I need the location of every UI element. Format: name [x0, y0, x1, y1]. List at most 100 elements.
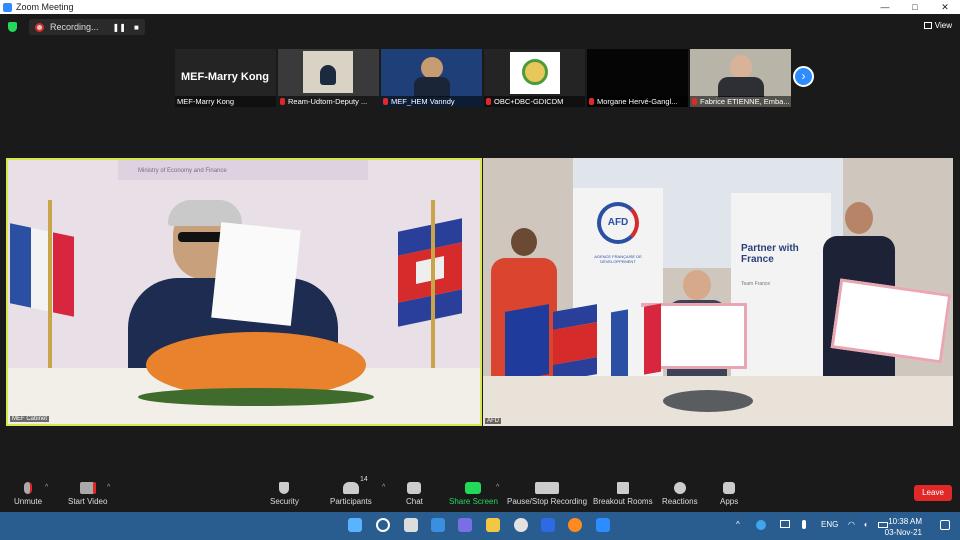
task-view-icon[interactable] [404, 518, 418, 532]
partner-subtitle: Team France [741, 281, 771, 287]
french-flag [10, 223, 74, 317]
leave-button[interactable]: Leave [914, 485, 952, 501]
eu-flag [505, 304, 549, 382]
firefox-icon[interactable] [568, 518, 582, 532]
start-video-button[interactable]: Start Video [68, 482, 107, 506]
shield-icon [279, 482, 290, 494]
recording-label: Recording... [50, 22, 99, 32]
participant-thumb[interactable]: MEF_HEM Vanndy [381, 49, 482, 107]
share-screen-button[interactable]: Share Screen [449, 482, 498, 506]
minimize-button[interactable]: — [870, 0, 900, 14]
security-button[interactable]: Security [270, 482, 299, 506]
chrome-icon[interactable] [514, 518, 528, 532]
participant-strip: MEF-Marry Kong MEF-Marry Kong Ream-Udtom… [175, 49, 791, 107]
skype-tray-icon[interactable] [756, 520, 766, 530]
apps-icon [723, 482, 736, 494]
stop-recording-button[interactable]: ■ [134, 23, 139, 32]
participant-name: MEF_HEM Vanndy [381, 96, 482, 107]
participant-thumb[interactable]: Ream-Udtom-Deputy ... [278, 49, 379, 107]
taskbar-clock[interactable]: 10:38 AM 03-Nov-21 [885, 516, 922, 538]
muted-mic-icon [24, 482, 32, 494]
meeting-topbar: Recording... ❚❚ ■ View [0, 14, 960, 40]
apps-button[interactable]: Apps [720, 482, 738, 506]
participant-thumb[interactable]: Fabrice ETIENNE, Emba... [690, 49, 791, 107]
zoom-app-icon [3, 2, 12, 12]
pause-stop-icon [535, 482, 560, 494]
widgets-icon[interactable] [431, 518, 445, 532]
teams-chat-icon[interactable] [458, 518, 472, 532]
participants-button[interactable]: Participants [330, 482, 372, 506]
next-page-button[interactable]: › [793, 66, 814, 87]
tray-expand-chevron-icon[interactable]: ^ [736, 520, 740, 529]
view-button[interactable]: View [923, 21, 952, 30]
conference-speaker [663, 390, 753, 412]
ministry-logo [510, 52, 560, 94]
microphone-tray-icon[interactable] [802, 520, 806, 529]
chat-icon [407, 482, 422, 494]
participant-thumb[interactable]: MEF-Marry Kong MEF-Marry Kong [175, 49, 276, 107]
video-tile-right[interactable]: AFD AGENCE FRANÇAISE DE DÉVELOPPEMENT Pa… [483, 158, 953, 426]
participants-options-chevron-icon[interactable]: ^ [382, 484, 385, 491]
backdrop-text: Ministry of Economy and Finance [138, 168, 227, 174]
pause-recording-button[interactable]: ❚❚ [113, 23, 126, 32]
participant-name: OBC+DBC-GDICDM [484, 96, 585, 107]
person-center [683, 270, 711, 300]
window-title: Zoom Meeting [16, 2, 74, 12]
meeting-toolbar: Unmute ^ Start Video ^ Security Particip… [0, 476, 960, 512]
search-icon[interactable] [376, 518, 390, 532]
partner-title: Partner with France [741, 243, 799, 265]
breakout-rooms-button[interactable]: Breakout Rooms [593, 482, 653, 506]
language-indicator[interactable]: ENG [821, 520, 838, 529]
todo-icon[interactable] [541, 518, 555, 532]
chat-button[interactable]: Chat [406, 482, 423, 506]
share-screen-icon [465, 482, 482, 494]
view-label: View [934, 21, 952, 30]
pause-stop-recording-button[interactable]: Pause/Stop Recording [507, 482, 587, 506]
windows-taskbar: ^ ENG ◠ ◖ 10:38 AM 03-Nov-21 [0, 512, 960, 540]
muted-mic-icon [383, 98, 388, 105]
window-titlebar: Zoom Meeting — □ ✕ [0, 0, 960, 14]
muted-mic-icon [486, 98, 491, 105]
unmute-button[interactable]: Unmute [14, 482, 42, 506]
keyboard-tray-icon[interactable] [780, 520, 790, 528]
afd-logo: AFD [597, 202, 639, 244]
video-options-chevron-icon[interactable]: ^ [107, 484, 110, 491]
grid-icon [923, 22, 932, 29]
participant-thumb[interactable]: OBC+DBC-GDICDM [484, 49, 585, 107]
clock-date: 03-Nov-21 [884, 528, 922, 537]
wifi-icon[interactable]: ◠ [848, 520, 855, 529]
muted-mic-icon [589, 98, 594, 105]
participants-count: 14 [360, 476, 368, 483]
volume-icon[interactable]: ◖ [863, 520, 868, 529]
maximize-button[interactable]: □ [900, 0, 930, 14]
reactions-button[interactable]: Reactions [662, 482, 698, 506]
notification-icon[interactable] [940, 520, 950, 530]
participant-video [303, 51, 353, 93]
zoom-taskbar-icon[interactable] [596, 518, 610, 532]
clock-time: 10:38 AM [888, 517, 922, 526]
participants-icon [342, 482, 359, 494]
muted-mic-icon [280, 98, 285, 105]
participant-name: Fabrice ETIENNE, Emba... [690, 96, 791, 107]
recording-indicator: Recording... ❚❚ ■ [29, 19, 145, 35]
person-right [845, 202, 873, 234]
shield-icon[interactable] [8, 22, 17, 32]
muted-mic-icon [692, 98, 697, 105]
recording-icon [35, 22, 44, 32]
video-tile-left[interactable]: Ministry of Economy and Finance MEF Cabi… [6, 158, 482, 426]
video-label: AFD [485, 418, 501, 424]
share-options-chevron-icon[interactable]: ^ [496, 484, 499, 491]
afd-subtitle: AGENCE FRANÇAISE DE DÉVELOPPEMENT [594, 254, 642, 264]
cambodia-flag-small [553, 304, 597, 382]
window-controls: — □ ✕ [870, 0, 960, 14]
file-explorer-icon[interactable] [486, 518, 500, 532]
smiley-icon [673, 482, 686, 494]
unmute-options-chevron-icon[interactable]: ^ [45, 484, 48, 491]
participant-thumb[interactable]: Morgane Hervé-Gangl... [587, 49, 688, 107]
participant-name: Morgane Hervé-Gangl... [587, 96, 688, 107]
close-button[interactable]: ✕ [930, 0, 960, 14]
cambodia-flag [398, 218, 462, 327]
start-icon[interactable] [348, 518, 362, 532]
participant-display-name: MEF-Marry Kong [181, 71, 269, 83]
video-label: MEF Cabinet [10, 416, 50, 422]
